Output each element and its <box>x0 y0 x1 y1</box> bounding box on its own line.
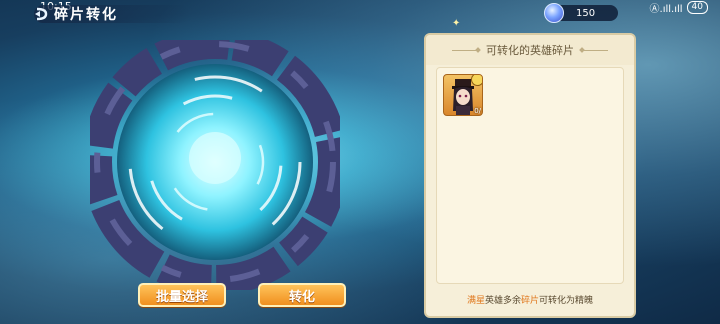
currency-value: 150 <box>576 7 596 19</box>
footer-highlight: 碎片 <box>521 296 540 306</box>
divider <box>452 49 478 51</box>
portal-illustration <box>90 40 340 290</box>
footer-text: 可转化为精魄 <box>539 296 594 306</box>
footer-text: 英雄多余 <box>484 296 521 306</box>
back-icon[interactable] <box>32 5 50 23</box>
panel-header: 可转化的英雄碎片 <box>426 35 634 65</box>
fragment-count: 0/ <box>474 107 481 115</box>
batch-select-button[interactable]: 批量选择 <box>138 283 226 307</box>
page-title: 碎片转化 <box>54 7 118 23</box>
signal-icon: Ⓐ.ıll.ıll <box>649 4 683 15</box>
divider <box>582 49 608 51</box>
gem-icon <box>544 3 564 23</box>
currency-display[interactable]: 150 <box>544 3 618 23</box>
hero-fragment-card[interactable]: 0/ <box>443 74 483 116</box>
footer-highlight: 满星 <box>466 296 485 306</box>
status-indicators: Ⓐ.ıll.ıll 40 <box>650 0 708 15</box>
panel-title: 可转化的英雄碎片 <box>486 44 574 57</box>
fragment-badge-icon <box>471 75 482 86</box>
panel-footer-note: 满星英雄多余碎片可转化为精魄 <box>426 293 634 306</box>
sparkle-icon: ✦ <box>452 18 461 29</box>
convert-button[interactable]: 转化 <box>258 283 346 307</box>
fragment-list: 0/ <box>436 67 624 284</box>
battery-icon: 40 <box>686 1 708 14</box>
title-bar: 碎片转化 <box>34 5 189 23</box>
fragment-panel: 可转化的英雄碎片 0/ 满星英雄多余碎片可转化为精魄 <box>424 33 636 318</box>
